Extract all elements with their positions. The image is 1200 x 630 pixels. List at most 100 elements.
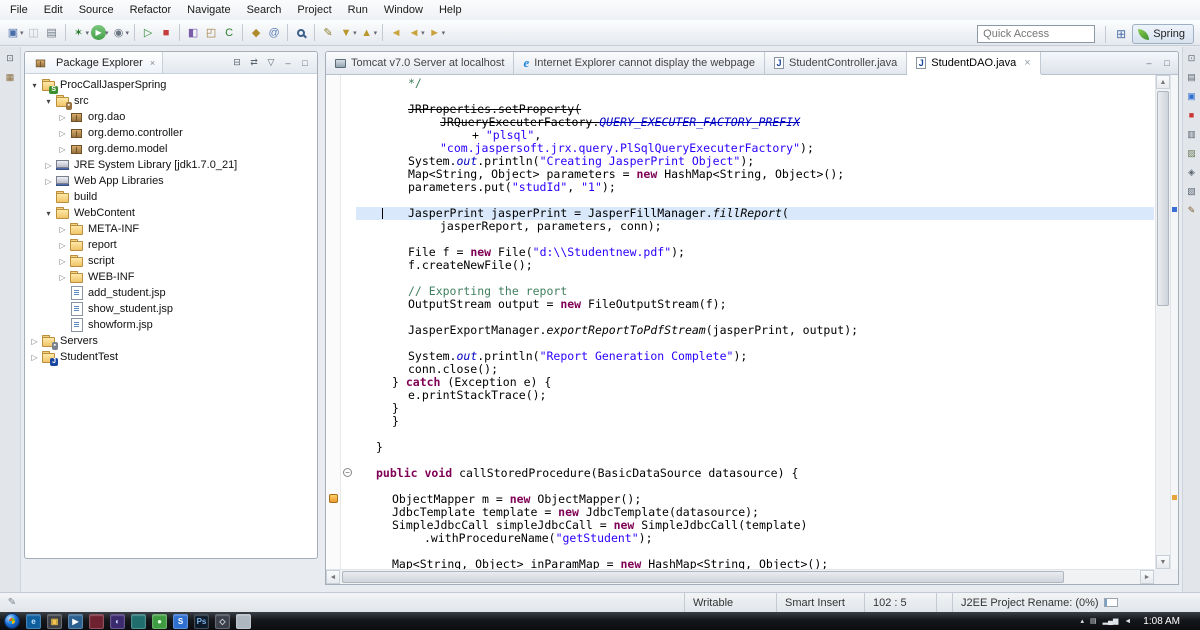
code-line[interactable]: OutputStream output = new FileOutputStre… xyxy=(356,298,1154,311)
tree-expanded-arrow-icon[interactable]: ▾ xyxy=(29,81,40,90)
pinned-app-icon-6[interactable] xyxy=(131,613,146,629)
folding-ruler[interactable]: − xyxy=(342,75,355,569)
pinned-app-icon-7[interactable]: ● xyxy=(152,613,167,629)
code-line[interactable]: parameters.put("studId", "1"); xyxy=(356,181,1154,194)
tree-item-org-demo-model[interactable]: ▷ org.demo.model xyxy=(25,141,317,157)
tree-item-org-dao[interactable]: ▷ org.dao xyxy=(25,109,317,125)
tree-item-web-inf[interactable]: ▷ WEB-INF xyxy=(25,269,317,285)
horizontal-scrollbar-thumb[interactable] xyxy=(342,571,1064,583)
tree-collapsed-arrow-icon[interactable]: ▷ xyxy=(57,145,68,154)
overview-ruler[interactable] xyxy=(1170,75,1178,569)
tree-collapsed-arrow-icon[interactable]: ▷ xyxy=(29,337,40,346)
tree-collapsed-arrow-icon[interactable]: ▷ xyxy=(57,241,68,250)
javadoc-button[interactable]: @ xyxy=(265,24,283,42)
tree-item-proccalljasperspring[interactable]: ▾ S ProcCallJasperSpring xyxy=(25,77,317,94)
tree-collapsed-arrow-icon[interactable]: ▷ xyxy=(57,273,68,282)
task-list-view-icon[interactable]: ▥ xyxy=(1184,126,1200,142)
link-with-editor-button[interactable]: ⇄ xyxy=(246,55,262,71)
pinned-app-icon-11[interactable] xyxy=(236,613,251,629)
dropdown-arrow-icon[interactable]: ▾ xyxy=(374,29,378,37)
annotation-ruler[interactable] xyxy=(326,75,341,569)
tree-collapsed-arrow-icon[interactable]: ▷ xyxy=(43,177,54,186)
snippets-view-icon[interactable]: ▨ xyxy=(1184,145,1200,161)
menu-window[interactable]: Window xyxy=(376,1,431,19)
menu-file[interactable]: File xyxy=(2,1,36,19)
restore-views-icon[interactable]: ⊡ xyxy=(1184,50,1200,66)
dropdown-arrow-icon[interactable]: ▾ xyxy=(442,29,446,37)
tree-item-web-app-libraries[interactable]: ▷ Web App Libraries xyxy=(25,173,317,189)
maximize-editor-button[interactable]: □ xyxy=(1159,55,1175,71)
tray-display-icon[interactable]: ▤ xyxy=(1090,617,1097,625)
code-line[interactable]: } xyxy=(356,415,1154,428)
menu-run[interactable]: Run xyxy=(340,1,376,19)
tray-network-icon[interactable]: ▂▄▆ xyxy=(1103,617,1119,625)
new-class-button[interactable]: C xyxy=(220,24,238,42)
outline-view-icon[interactable]: ▤ xyxy=(1184,69,1200,85)
tree-collapsed-arrow-icon[interactable]: ▷ xyxy=(29,353,40,362)
scroll-left-arrow[interactable]: ◄ xyxy=(326,570,340,584)
dropdown-arrow-icon[interactable]: ▾ xyxy=(126,29,130,37)
close-view-icon[interactable]: × xyxy=(150,58,155,68)
code-line[interactable]: */ xyxy=(356,77,1154,90)
scroll-down-arrow[interactable]: ▼ xyxy=(1156,555,1170,569)
tree-expanded-arrow-icon[interactable]: ▾ xyxy=(43,209,54,218)
code-line[interactable]: .withProcedureName("getStudent"); xyxy=(356,532,1154,545)
tree-item-servers[interactable]: ▷ ▪ Servers xyxy=(25,333,317,350)
tree-item-show-student-jsp[interactable]: show_student.jsp xyxy=(25,301,317,317)
tree-item-studenttest[interactable]: ▷ J StudentTest xyxy=(25,349,317,366)
menu-navigate[interactable]: Navigate xyxy=(179,1,238,19)
quick-access-input[interactable] xyxy=(977,25,1096,43)
dropdown-arrow-icon[interactable]: ▾ xyxy=(20,29,24,37)
perspective-spring-button[interactable]: Spring xyxy=(1132,24,1194,44)
internet-explorer-icon[interactable]: e xyxy=(26,613,41,629)
menu-project[interactable]: Project xyxy=(289,1,339,19)
search-button[interactable] xyxy=(292,24,310,42)
tree-collapsed-arrow-icon[interactable]: ▷ xyxy=(57,225,68,234)
code-line[interactable]: f.createNewFile(); xyxy=(356,259,1154,272)
fold-collapse-icon[interactable]: − xyxy=(343,468,352,477)
close-tab-icon[interactable]: × xyxy=(1024,57,1030,69)
code-line[interactable]: Map<String, Object> inParamMap = new Has… xyxy=(356,558,1154,570)
pinned-app-icon-10[interactable]: ◇ xyxy=(215,613,230,629)
tree-expanded-arrow-icon[interactable]: ▾ xyxy=(43,97,54,106)
pinned-app-icon-8[interactable]: S xyxy=(173,613,188,629)
vertical-scrollbar-thumb[interactable] xyxy=(1157,91,1169,306)
console-view-icon[interactable]: ▣ xyxy=(1184,88,1200,104)
package-explorer-shortcut-icon[interactable]: ▦ xyxy=(2,69,18,85)
editor-tab-studentdao-java[interactable]: J StudentDAO.java × xyxy=(907,52,1041,74)
start-server-button[interactable]: ▷ xyxy=(139,24,157,42)
minimize-view-button[interactable]: – xyxy=(280,55,296,71)
package-explorer-view-tab[interactable]: Package Explorer × xyxy=(25,52,164,73)
servers-view-icon[interactable]: ■ xyxy=(1184,107,1200,123)
collapse-all-button[interactable]: ⊟ xyxy=(229,55,245,71)
tree-item-src[interactable]: ▾ ▪ src xyxy=(25,93,317,110)
code-line[interactable] xyxy=(356,428,1154,441)
status-progress[interactable]: J2EE Project Rename: (0%) xyxy=(952,593,1200,612)
dropdown-arrow-icon[interactable]: ▾ xyxy=(353,29,357,37)
start-button[interactable] xyxy=(4,613,20,629)
run-button[interactable]: ▶ xyxy=(91,25,107,40)
windows-explorer-icon[interactable]: ▣ xyxy=(47,613,62,629)
overview-marker-current-line[interactable] xyxy=(1172,207,1177,212)
menu-edit[interactable]: Edit xyxy=(36,1,71,19)
dropdown-arrow-icon[interactable]: ▾ xyxy=(86,29,90,37)
markers-view-icon[interactable]: ◈ xyxy=(1184,164,1200,180)
mark-occurrences-button[interactable]: ✎ xyxy=(319,24,337,42)
horizontal-scrollbar[interactable]: ◄ ► xyxy=(326,569,1154,584)
tree-item-script[interactable]: ▷ script xyxy=(25,253,317,269)
properties-view-icon[interactable]: ▧ xyxy=(1184,183,1200,199)
code-line[interactable]: e.printStackTrace(); xyxy=(356,389,1154,402)
taskbar-clock[interactable]: 1:08 AM xyxy=(1137,616,1186,627)
tree-collapsed-arrow-icon[interactable]: ▷ xyxy=(57,113,68,122)
jar-export-button[interactable]: ◆ xyxy=(247,24,265,42)
photoshop-icon[interactable]: Ps xyxy=(194,613,209,629)
menu-search[interactable]: Search xyxy=(239,1,290,19)
tree-collapsed-arrow-icon[interactable]: ▷ xyxy=(57,129,68,138)
view-menu-button[interactable]: ▽ xyxy=(263,55,279,71)
eclipse-icon[interactable]: ◐ xyxy=(110,613,125,629)
code-line[interactable]: } xyxy=(356,441,1154,454)
code-line[interactable]: } xyxy=(356,402,1154,415)
scroll-up-arrow[interactable]: ▲ xyxy=(1156,75,1170,89)
tray-expand-icon[interactable]: ▴ xyxy=(1080,617,1084,625)
dropdown-arrow-icon[interactable]: ▾ xyxy=(105,29,109,37)
